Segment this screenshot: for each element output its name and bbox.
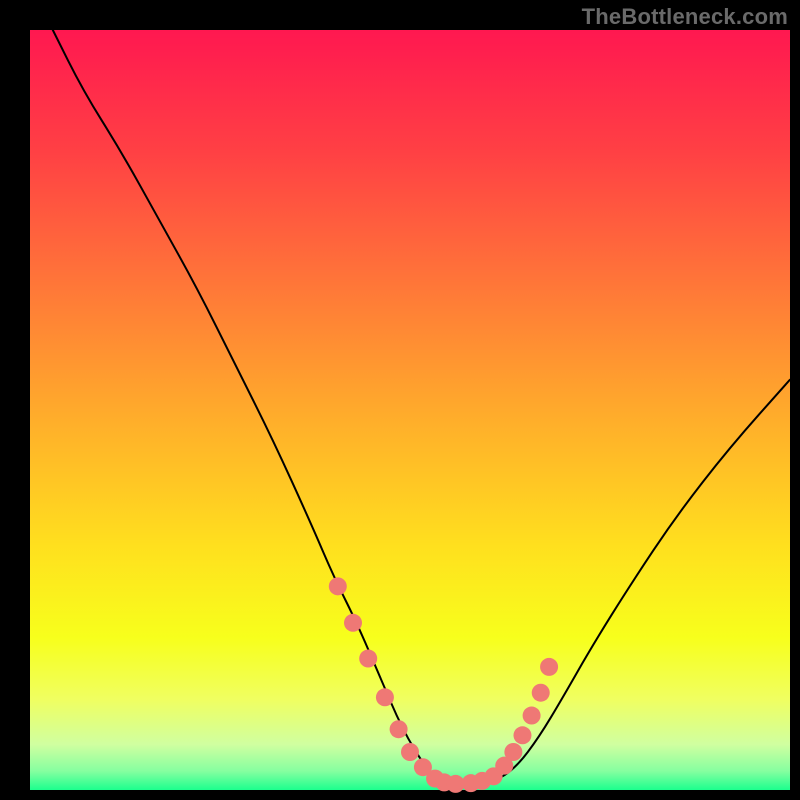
watermark-text: TheBottleneck.com (582, 4, 788, 30)
highlight-dot (532, 684, 550, 702)
plot-background (30, 30, 790, 790)
highlight-dot (540, 658, 558, 676)
highlight-dot (376, 688, 394, 706)
highlight-dot (390, 720, 408, 738)
plot-svg (0, 0, 800, 800)
highlight-dot (359, 650, 377, 668)
highlight-dot (401, 743, 419, 761)
highlight-dot (523, 707, 541, 725)
highlight-dot (504, 743, 522, 761)
highlight-dot (344, 614, 362, 632)
highlight-dot (513, 726, 531, 744)
highlight-dot (329, 577, 347, 595)
chart-stage: TheBottleneck.com (0, 0, 800, 800)
